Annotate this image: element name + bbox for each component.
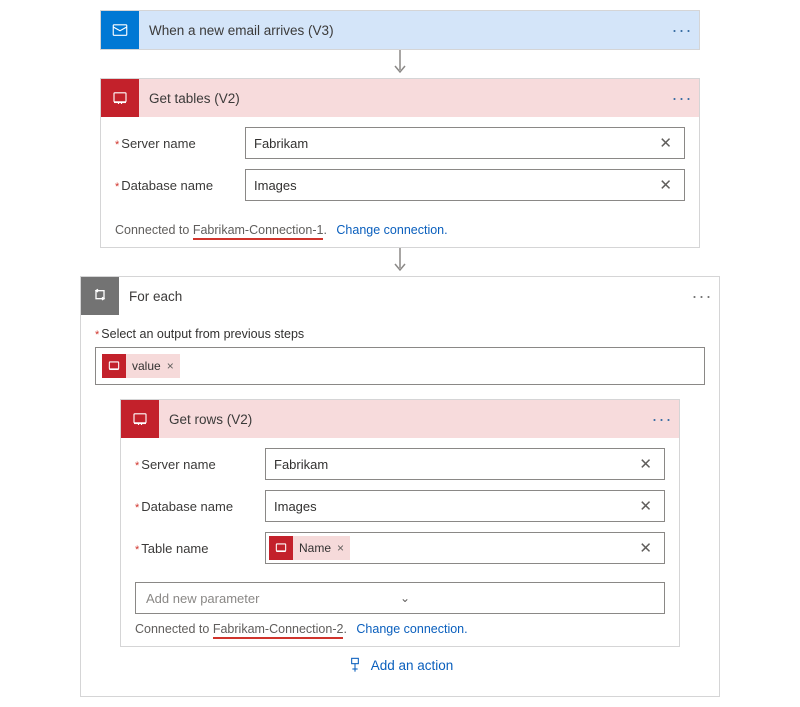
get-tables-title: Get tables (V2) <box>139 91 665 106</box>
get-tables-header[interactable]: Get tables (V2) ··· <box>101 79 699 117</box>
get-rows-more-button[interactable]: ··· <box>645 409 679 430</box>
outlook-icon <box>101 11 139 49</box>
table-name-input[interactable]: Name × ✕ <box>265 532 665 564</box>
for-each-more-button[interactable]: ··· <box>685 286 719 307</box>
chevron-down-icon: ⌄ <box>400 591 654 605</box>
sql-icon <box>269 536 293 560</box>
foreach-output-input[interactable]: value × <box>95 347 705 385</box>
trigger-title: When a new email arrives (V3) <box>139 23 665 38</box>
foreach-select-label: Select an output from previous steps <box>95 327 705 341</box>
sql-icon <box>101 79 139 117</box>
connection-status: Connected to Fabrikam-Connection-2. Chan… <box>121 618 679 646</box>
clear-icon[interactable]: ✕ <box>655 134 676 152</box>
change-connection-link[interactable]: Change connection. <box>356 622 467 636</box>
server-name-input[interactable]: Fabrikam ✕ <box>265 448 665 480</box>
change-connection-link[interactable]: Change connection. <box>336 223 447 237</box>
trigger-header[interactable]: When a new email arrives (V3) ··· <box>101 11 699 49</box>
server-name-label: Server name <box>135 457 265 472</box>
get-rows-header[interactable]: Get rows (V2) ··· <box>121 400 679 438</box>
get-tables-body: Server name Fabrikam ✕ Database name Ima… <box>101 117 699 219</box>
clear-icon[interactable]: ✕ <box>635 497 656 515</box>
arrow-connector <box>10 50 790 78</box>
connection-name: Fabrikam-Connection-1 <box>193 223 324 240</box>
get-rows-step: Get rows (V2) ··· Server name Fabrikam ✕… <box>120 399 680 647</box>
add-step-icon <box>347 657 363 673</box>
for-each-step: For each ··· Select an output from previ… <box>80 276 720 697</box>
for-each-header[interactable]: For each ··· <box>81 277 719 315</box>
get-rows-title: Get rows (V2) <box>159 412 645 427</box>
get-tables-step: Get tables (V2) ··· Server name Fabrikam… <box>100 78 700 248</box>
get-tables-more-button[interactable]: ··· <box>665 88 699 109</box>
clear-icon[interactable]: ✕ <box>655 176 676 194</box>
database-name-label: Database name <box>135 499 265 514</box>
sql-icon <box>102 354 126 378</box>
clear-icon[interactable]: ✕ <box>635 539 656 557</box>
value-token[interactable]: value × <box>102 354 180 378</box>
remove-token-icon[interactable]: × <box>337 541 344 555</box>
connection-name: Fabrikam-Connection-2 <box>213 622 344 639</box>
flow-designer-canvas: When a new email arrives (V3) ··· Get ta… <box>10 10 790 697</box>
sql-icon <box>121 400 159 438</box>
remove-token-icon[interactable]: × <box>167 359 174 373</box>
table-name-label: Table name <box>135 541 265 556</box>
arrow-connector <box>10 248 790 276</box>
database-name-label: Database name <box>115 178 245 193</box>
name-token[interactable]: Name × <box>269 536 350 560</box>
for-each-title: For each <box>119 289 685 304</box>
database-name-input[interactable]: Images ✕ <box>265 490 665 522</box>
add-action-button[interactable]: Add an action <box>347 657 454 673</box>
add-parameter-dropdown[interactable]: Add new parameter ⌄ <box>135 582 665 614</box>
server-name-input[interactable]: Fabrikam ✕ <box>245 127 685 159</box>
trigger-more-button[interactable]: ··· <box>665 20 699 41</box>
trigger-step[interactable]: When a new email arrives (V3) ··· <box>100 10 700 50</box>
database-name-input[interactable]: Images ✕ <box>245 169 685 201</box>
clear-icon[interactable]: ✕ <box>635 455 656 473</box>
server-name-label: Server name <box>115 136 245 151</box>
loop-icon <box>81 277 119 315</box>
connection-status: Connected to Fabrikam-Connection-1. Chan… <box>101 219 699 247</box>
